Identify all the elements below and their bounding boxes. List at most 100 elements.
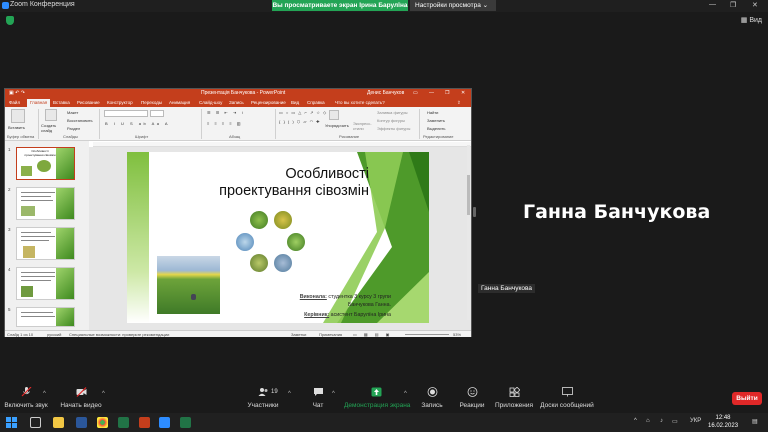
audio-options-caret[interactable]: ^ [43, 391, 46, 397]
paste-icon[interactable] [11, 109, 25, 123]
select-button[interactable]: Выделить [427, 126, 445, 131]
network-icon[interactable]: ⌂ [646, 418, 650, 424]
reset-button[interactable]: Восстановить [67, 118, 93, 123]
tray-chevron-icon[interactable]: ^ [634, 418, 637, 424]
share-screen-button[interactable]: Демонстрация экрана [344, 383, 410, 413]
ribbon-divider [99, 109, 100, 139]
thumb-text [21, 272, 55, 273]
slide-thumbnail-2[interactable] [16, 187, 75, 220]
arrange-icon[interactable] [329, 110, 339, 120]
zoom-slider[interactable] [405, 334, 449, 335]
security-shield-icon[interactable] [6, 16, 14, 25]
crop-photo-5 [249, 253, 269, 273]
powerpoint-icon[interactable] [139, 417, 150, 428]
arrange-button[interactable]: Упорядочить [325, 123, 349, 128]
unmute-button[interactable]: Включить звук [4, 383, 48, 413]
layout-button[interactable]: Макет [67, 110, 78, 115]
slide-thumbnail-3[interactable] [16, 227, 75, 260]
task-view-icon[interactable] [30, 417, 41, 428]
excel-icon[interactable] [118, 417, 129, 428]
replace-button[interactable]: Заменить [427, 118, 445, 123]
new-slide-icon[interactable] [45, 109, 57, 121]
tab-view[interactable]: Вид [291, 100, 299, 105]
section-button[interactable]: Раздел [67, 126, 80, 131]
leave-meeting-button[interactable]: Выйти [732, 392, 762, 405]
shapes-gallery-row2[interactable]: { } ( ) ⬡ ▱ ◠ ✚ [279, 119, 321, 124]
shape-fill-button[interactable]: Заливка фигуры [377, 110, 408, 115]
tab-animations[interactable]: Анимация [169, 100, 190, 105]
scrollbar-thumb[interactable] [467, 175, 470, 215]
ppt-maximize-button[interactable]: ❐ [445, 90, 449, 96]
share-options-caret[interactable]: ^ [404, 391, 407, 397]
find-button[interactable]: Найти [427, 110, 438, 115]
taskbar-clock[interactable]: 12:48 16.02.2023 [708, 414, 738, 430]
chat-button[interactable]: Чат [306, 383, 330, 413]
battery-icon[interactable]: ▭ [672, 418, 678, 425]
chat-options-caret[interactable]: ^ [332, 391, 335, 397]
word-icon[interactable] [76, 417, 87, 428]
shape-effects-button[interactable]: Эффекты фигуры [377, 126, 410, 131]
paragraph-buttons[interactable]: ☰ ☰ ⇤ ⇥ ↕ [207, 110, 245, 115]
comments-button[interactable]: Примечания [319, 332, 342, 337]
language-status[interactable]: русский [47, 332, 61, 337]
ppt-close-button[interactable]: ✕ [461, 90, 465, 96]
video-options-caret[interactable]: ^ [102, 391, 105, 397]
participants-button[interactable]: Участники [247, 383, 279, 413]
zoom-icon[interactable] [159, 417, 170, 428]
share-icon[interactable]: ⇪ [457, 100, 461, 106]
shape-outline-button[interactable]: Контур фигуры [377, 118, 405, 123]
notes-button[interactable]: Заметки [291, 332, 306, 337]
record-button[interactable]: Запись [420, 383, 444, 413]
new-slide-button[interactable]: Создать слайд [41, 123, 63, 133]
shapes-gallery[interactable]: ▭ ○ ▭ △ ⌐ ↗ ☆ ◇ ⬠ [279, 110, 334, 115]
close-button[interactable]: ✕ [752, 1, 758, 9]
slide-thumbnail-5[interactable] [16, 307, 75, 327]
volume-icon[interactable]: ♪ [660, 418, 663, 424]
alignment-buttons[interactable]: ≡ ≡ ≡ ≡ ▥ [207, 121, 243, 126]
quick-styles-button[interactable]: Экспресс-стили [353, 121, 375, 131]
split-view-handle[interactable] [473, 207, 476, 217]
apps-button[interactable]: Приложения [495, 383, 533, 413]
font-format-buttons[interactable]: B I U S ab Aa A [105, 121, 170, 126]
tab-draw[interactable]: Рисование [77, 100, 100, 105]
tab-design[interactable]: Конструктор [107, 100, 133, 105]
view-settings-dropdown[interactable]: Настройки просмотра ⌄ [410, 0, 496, 11]
font-size-select[interactable] [150, 110, 164, 117]
file-explorer-icon[interactable] [53, 417, 64, 428]
whiteboards-button[interactable]: Доски сообщений [539, 383, 595, 413]
accessibility-status[interactable]: Специальные возможности: проверьте реком… [69, 332, 169, 337]
chrome-icon[interactable] [97, 417, 108, 428]
ppt-ribbon-display-button[interactable]: ▭ [413, 90, 418, 96]
tab-transitions[interactable]: Переходы [141, 100, 162, 105]
tab-review[interactable]: Рецензирование [251, 100, 286, 105]
slide-thumbnail-4[interactable] [16, 267, 75, 300]
tab-home[interactable]: Главная [27, 99, 51, 107]
ppt-user-name[interactable]: Денис Банчуков [367, 90, 404, 96]
tab-file[interactable]: Файл [9, 100, 20, 105]
zoom-level[interactable]: 53% [453, 332, 461, 337]
view-button[interactable]: ▦ Вид [741, 16, 762, 24]
view-mode-buttons[interactable]: ▭ ▦ ▤ ▣ [353, 332, 392, 337]
slide-thumbnail-1[interactable]: Особливості проектування сівозмін [16, 147, 75, 180]
paste-button[interactable]: Вставить [8, 125, 25, 130]
tab-help[interactable]: Справка [307, 100, 325, 105]
performed-by-line: Виконала: студентка 3 курсу 3 групи [300, 294, 391, 300]
tab-slideshow[interactable]: Слайд-шоу [199, 100, 222, 105]
participants-options-caret[interactable]: ^ [288, 391, 291, 397]
maximize-button[interactable]: ❐ [730, 1, 736, 9]
font-name-select[interactable] [104, 110, 148, 117]
language-indicator[interactable]: УКР [690, 418, 701, 424]
tab-insert[interactable]: Вставка [53, 100, 70, 105]
windows-start-icon[interactable] [6, 417, 17, 428]
start-video-button[interactable]: Начать видео [58, 383, 104, 413]
ppt-minimize-button[interactable]: — [429, 90, 434, 96]
excel-icon-2[interactable] [180, 417, 191, 428]
tab-record[interactable]: Запись [229, 100, 244, 105]
notification-icon[interactable]: ▤ [752, 418, 758, 425]
ppt-vertical-scrollbar[interactable] [467, 145, 470, 320]
minimize-button[interactable]: — [709, 1, 716, 8]
ppt-save-icon[interactable]: ▣ ↶ ↷ [9, 90, 25, 96]
tell-me-search[interactable]: Что вы хотите сделать? [335, 100, 385, 105]
current-slide[interactable]: Особливості проектування сівозмін Викона… [127, 152, 429, 323]
reactions-button[interactable]: Реакции [458, 383, 486, 413]
